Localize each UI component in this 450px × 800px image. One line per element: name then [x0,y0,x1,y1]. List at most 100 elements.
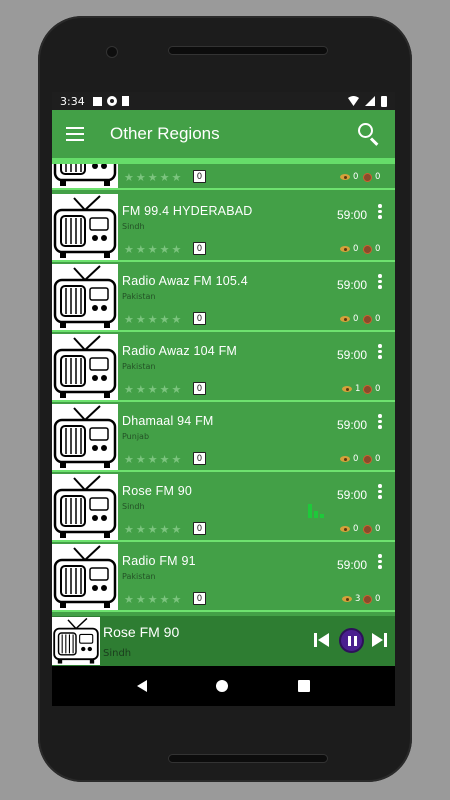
thumb-icon [363,314,372,324]
station-title: FM 99.4 HYDERABAD [122,204,253,218]
station-time: 59:00 [337,488,368,502]
rating-stars[interactable]: ★ ★ ★ ★ ★ [124,314,181,325]
equalizer-icon [308,502,326,518]
thumb-icon [363,454,372,464]
eye-icon [342,596,352,602]
settings-icon [106,96,117,106]
station-time: 59:00 [337,558,368,572]
view-count: 0 [353,314,359,324]
mini-player[interactable]: Rose FM 90 Sindh [52,616,395,666]
system-nav-bar [52,666,395,706]
list-item[interactable]: Dhamaal 94 FM Punjab 59:00 ★ ★ ★ ★ ★ 0 0 0 [52,404,395,472]
station-title: Radio Awaz 104 FM [122,344,238,358]
skip-next-icon[interactable] [372,632,388,648]
tv-icon [52,264,118,330]
view-count: 0 [353,454,359,464]
eye-icon [340,456,350,462]
search-icon[interactable] [357,122,381,146]
list-item[interactable]: ★ ★ ★ ★ ★ 0 0 0 [52,164,395,190]
rating-count: 0 [193,382,206,395]
tv-icon [52,617,100,665]
view-count: 1 [355,384,361,394]
list-item[interactable]: FM 99.4 HYDERABAD Sindh 59:00 ★ ★ ★ ★ ★ 0 0 … [52,194,395,262]
more-vert-icon[interactable] [377,554,383,570]
thumb-icon [363,244,372,254]
station-time: 59:00 [337,208,368,222]
more-vert-icon[interactable] [377,484,383,500]
player-title: Rose FM 90 [103,624,180,640]
bottom-speaker [168,754,328,763]
hamburger-icon[interactable] [66,127,84,141]
rating-stars[interactable]: ★ ★ ★ ★ ★ [124,244,181,255]
station-title: Radio Awaz FM 105.4 [122,274,248,288]
list-item[interactable]: Rose FM 90 Sindh 59:00 ★ ★ ★ ★ ★ 0 0 0 [52,474,395,542]
tv-icon [52,404,118,470]
eye-icon [340,174,350,180]
page-title: Other Regions [110,124,220,143]
view-count: 0 [353,172,359,182]
app-bar: Other Regions [52,110,395,158]
eye-icon [340,526,350,532]
tv-icon [52,474,118,540]
rating-stars[interactable]: ★ ★ ★ ★ ★ [124,594,181,605]
sd-card-icon [121,96,129,106]
rating-count: 0 [193,312,206,325]
rating-count: 0 [193,170,206,183]
tv-icon [52,164,118,188]
view-count: 0 [353,244,359,254]
like-count: 0 [375,594,381,604]
thumb-icon [363,384,372,394]
thumb-icon [363,172,372,182]
pause-icon[interactable] [339,628,364,653]
player-subtitle: Sindh [103,648,132,659]
list-item[interactable]: Radio Awaz FM 105.4 Pakistan 59:00 ★ ★ ★ ★ ★… [52,264,395,332]
signal-icon [365,96,375,106]
like-count: 0 [375,524,381,534]
home-icon[interactable] [216,680,229,692]
rating-count: 0 [193,452,206,465]
battery-icon [381,95,387,107]
back-icon[interactable] [136,680,147,692]
station-time: 59:00 [337,278,368,292]
station-list[interactable]: ★ ★ ★ ★ ★ 0 0 0 FM 99.4 HYDERABAD Sindh 59:0… [52,164,395,616]
top-speaker [168,46,328,55]
station-region: Sindh [122,222,145,231]
more-vert-icon[interactable] [377,274,383,290]
status-bar: 3:34 [52,92,395,110]
station-region: Pakistan [122,362,156,371]
tv-icon [52,194,118,260]
eye-icon [340,316,350,322]
like-count: 0 [375,454,381,464]
list-item[interactable]: Radio Awaz 104 FM Pakistan 59:00 ★ ★ ★ ★ ★ 0… [52,334,395,402]
rating-count: 0 [193,522,206,535]
rating-stars[interactable]: ★ ★ ★ ★ ★ [124,172,181,183]
rating-count: 0 [193,592,206,605]
camera [106,46,118,58]
station-region: Punjab [122,432,150,441]
thumb-icon [363,594,372,604]
recents-icon[interactable] [298,680,311,692]
rating-stars[interactable]: ★ ★ ★ ★ ★ [124,454,181,465]
skip-previous-icon[interactable] [314,632,330,648]
like-count: 0 [375,314,381,324]
notification-icon [92,96,102,106]
rating-stars[interactable]: ★ ★ ★ ★ ★ [124,524,181,535]
station-title: Radio FM 91 [122,554,196,568]
more-vert-icon[interactable] [377,344,383,360]
like-count: 0 [375,172,381,182]
eye-icon [340,246,350,252]
like-count: 0 [375,244,381,254]
status-time: 3:34 [60,94,85,108]
tv-icon [52,544,118,610]
view-count: 3 [355,594,361,604]
more-vert-icon[interactable] [377,204,383,220]
station-time: 59:00 [337,348,368,362]
rating-stars[interactable]: ★ ★ ★ ★ ★ [124,384,181,395]
station-region: Sindh [122,502,145,511]
tv-icon [52,334,118,400]
list-item[interactable]: Radio FM 91 Pakistan 59:00 ★ ★ ★ ★ ★ 0 3 0 [52,544,395,612]
screen: 3:34 Other Regions ★★★★★ 0 0 0 FM 99 [52,92,395,706]
eye-icon [342,386,352,392]
more-vert-icon[interactable] [377,414,383,430]
station-time: 59:00 [337,418,368,432]
